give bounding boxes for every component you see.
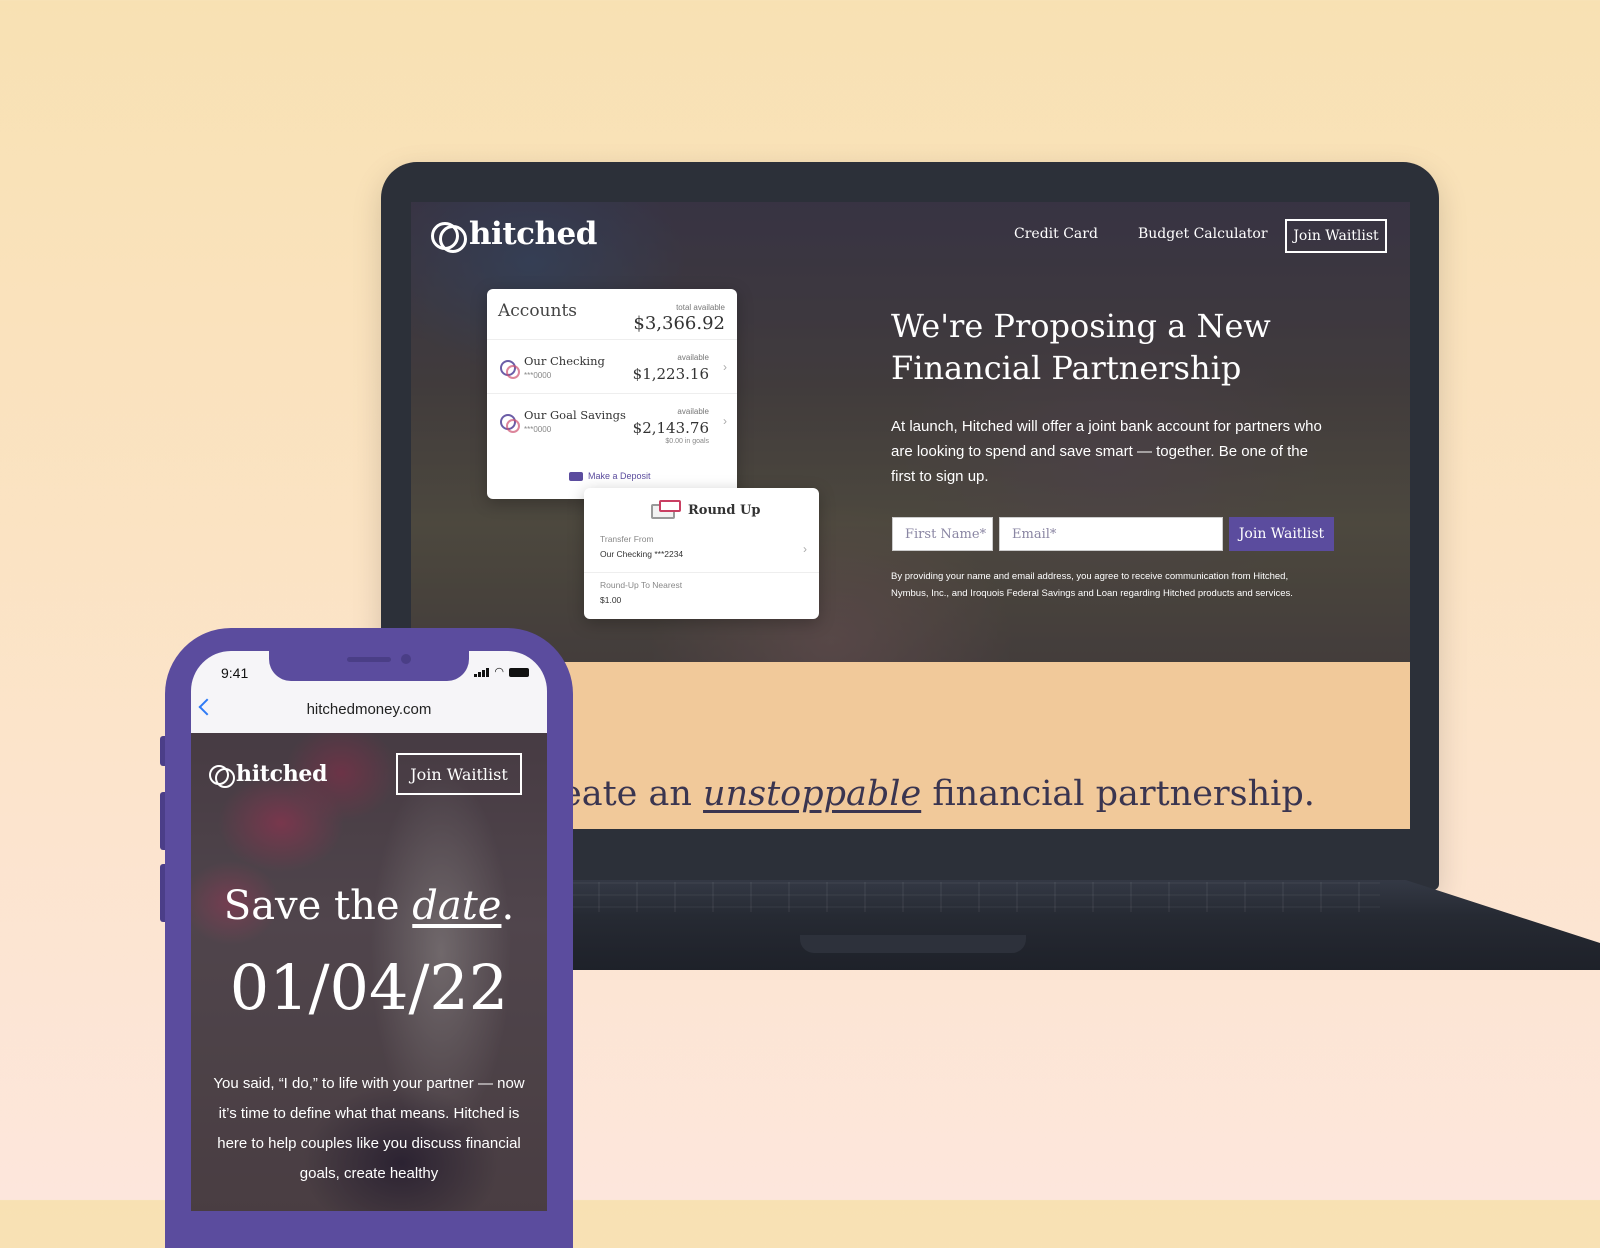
chevron-right-icon: › <box>723 360 727 374</box>
account-amount: $2,143.76 <box>632 419 709 437</box>
tagline-start: eate an <box>561 774 704 814</box>
status-icons: ◠ <box>474 666 529 678</box>
section-tagline: eate an unstoppable financial partnershi… <box>561 774 1315 814</box>
account-rings-icon <box>500 360 520 379</box>
speaker-grille <box>347 657 391 662</box>
front-camera <box>401 654 411 664</box>
make-deposit-label: Make a Deposit <box>588 471 651 481</box>
chevron-right-icon: › <box>723 414 727 428</box>
join-waitlist-submit-button[interactable]: Join Waitlist <box>1229 517 1334 551</box>
date-word: date <box>412 883 502 929</box>
hero-description: At launch, Hitched will offer a joint ba… <box>891 418 1322 485</box>
laptop-hinge-notch <box>800 935 1026 953</box>
phone-join-waitlist-button[interactable]: Join Waitlist <box>396 753 522 795</box>
wifi-icon: ◠ <box>494 666 504 678</box>
account-amount: $1,223.16 <box>632 365 709 383</box>
account-number: ***0000 <box>524 425 552 434</box>
transfer-from-label: Transfer From <box>600 534 654 544</box>
browser-url-bar: hitchedmoney.com <box>191 687 547 731</box>
nav-budget-calculator-link[interactable]: Budget Calculator <box>1138 226 1268 242</box>
total-available-value: $3,366.92 <box>633 313 725 334</box>
chevron-right-icon[interactable]: › <box>803 542 807 556</box>
available-label: available <box>677 407 709 416</box>
save-the-text: Save the <box>223 883 413 929</box>
goals-amount: $0.00 in goals <box>665 438 709 445</box>
tagline-end: financial partnership. <box>921 774 1315 814</box>
signup-disclaimer: By providing your name and email address… <box>891 571 1293 599</box>
phone-hero-section: hitched Join Waitlist Save the date. 01/… <box>191 733 547 1211</box>
hero-section: hitched Credit Card Budget Calculator Jo… <box>411 202 1410 662</box>
nav-credit-card-link[interactable]: Credit Card <box>1014 226 1098 242</box>
available-label: available <box>677 353 709 362</box>
signal-icon <box>474 668 490 677</box>
account-name: Our Goal Savings <box>524 408 626 422</box>
email-input[interactable]: Email* <box>999 517 1223 551</box>
account-rings-icon <box>500 414 520 433</box>
heading-period: . <box>501 883 515 929</box>
hero-title: We're Proposing a New Financial Partners… <box>891 307 1271 387</box>
accounts-title: Accounts <box>498 301 578 321</box>
phone-screen: 9:41 ◠ hitchedmoney.com hitched Join Wai… <box>191 651 547 1211</box>
round-up-icon <box>651 500 681 520</box>
hitched-logo[interactable]: hitched <box>429 216 597 253</box>
laptop-keyboard <box>560 882 1380 912</box>
nav-join-waitlist-button[interactable]: Join Waitlist <box>1285 219 1387 253</box>
make-deposit-button[interactable]: Make a Deposit <box>569 471 651 481</box>
account-number: ***0000 <box>524 371 552 380</box>
account-name: Our Checking <box>524 354 605 368</box>
hitched-logo-icon <box>429 218 467 253</box>
hitched-logo[interactable]: hitched <box>208 761 328 788</box>
tagline-emphasis: unstoppable <box>703 774 922 814</box>
round-up-nearest-label: Round-Up To Nearest <box>600 580 683 590</box>
url-text[interactable]: hitchedmoney.com <box>191 701 547 718</box>
battery-icon <box>509 668 529 677</box>
round-up-card: Round Up Transfer From Our Checking ***2… <box>584 488 819 619</box>
brand-name: hitched <box>469 216 597 252</box>
first-name-input[interactable]: First Name* <box>892 517 993 551</box>
round-up-title: Round Up <box>688 503 761 518</box>
phone-intro-text: You said, “I do,” to life with your part… <box>213 1075 525 1182</box>
account-row-checking[interactable]: Our Checking ***0000 available $1,223.16… <box>487 339 737 394</box>
hitched-logo-icon <box>208 762 235 788</box>
transfer-from-value[interactable]: Our Checking ***2234 <box>600 549 683 559</box>
status-time: 9:41 <box>221 665 249 681</box>
round-up-nearest-value[interactable]: $1.00 <box>600 595 621 605</box>
total-available-label: total available <box>676 303 725 312</box>
deposit-icon <box>569 471 583 481</box>
accounts-card: Accounts total available $3,366.92 Our C… <box>487 289 737 499</box>
brand-name: hitched <box>236 761 328 787</box>
launch-date: 01/04/22 <box>229 951 509 1024</box>
save-the-date-heading: Save the date. <box>191 883 547 929</box>
account-row-savings[interactable]: Our Goal Savings ***0000 available $2,14… <box>487 393 737 456</box>
divider <box>584 572 819 573</box>
